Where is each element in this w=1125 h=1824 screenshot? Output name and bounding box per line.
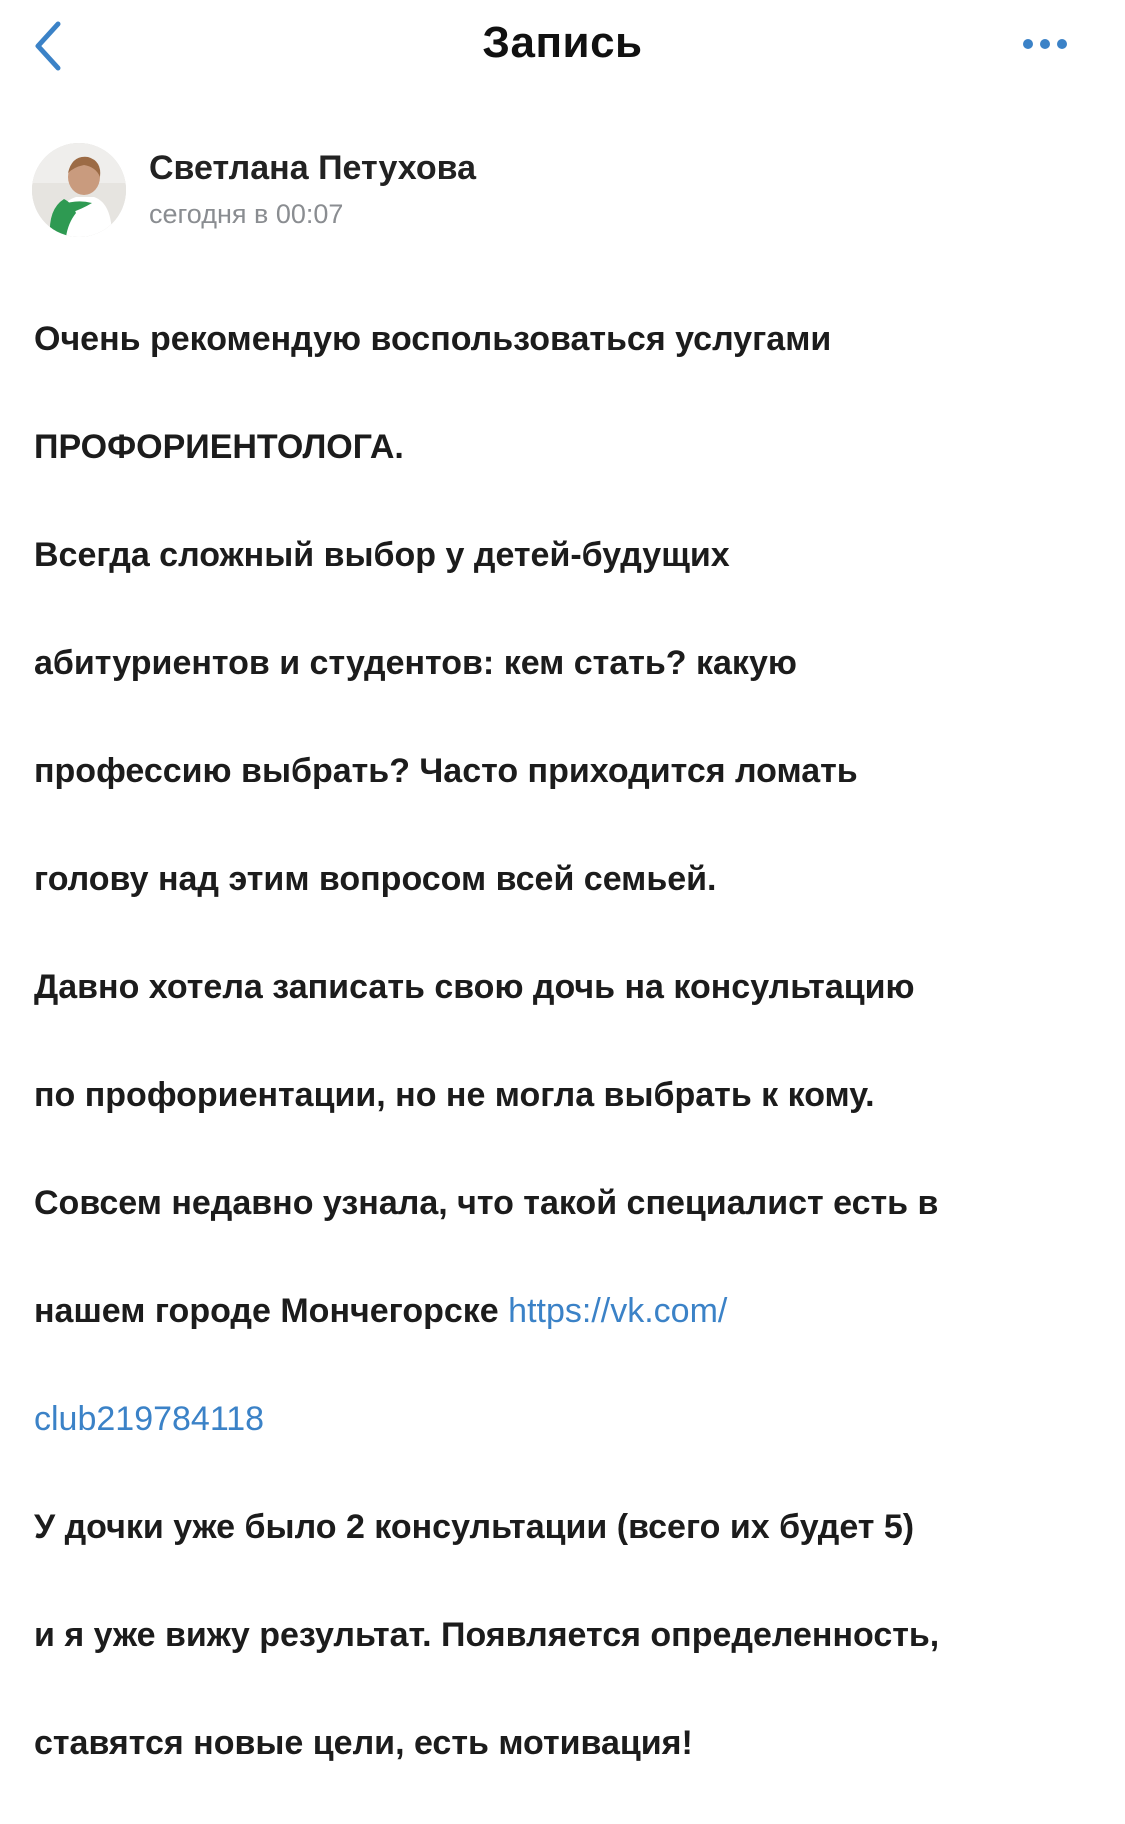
post-text-line: по профориентации, но не могла выбрать к… (34, 1076, 875, 1114)
more-options-button[interactable] (1016, 30, 1076, 58)
post-text-line: ставятся новые цели, есть мотивация! (34, 1724, 693, 1762)
post-timestamp: сегодня в 00:07 (149, 199, 344, 229)
post-text-line: Совсем недавно узнала, что такой специал… (34, 1184, 939, 1222)
club-link-part2[interactable]: club219784118 (34, 1400, 264, 1438)
author-name[interactable]: Светлана Петухова (149, 149, 476, 188)
post-text-line: и я уже вижу результат. Появляется опред… (34, 1616, 940, 1654)
post-text-line: профессию выбрать? Часто приходится лома… (34, 752, 858, 790)
post-text-line: У дочки уже было 2 консультации (всего и… (34, 1508, 915, 1546)
post-text-line: абитуриентов и студентов: кем стать? как… (34, 644, 797, 682)
post-text-line: Очень рекомендую воспользоваться услугам… (34, 320, 832, 358)
post-text-line: Давно хотела записать свою дочь на консу… (34, 968, 915, 1006)
avatar[interactable] (32, 143, 126, 237)
post-author-block: Светлана Петухова сегодня в 00:07 (32, 143, 932, 243)
post-text-line: голову над этим вопросом всей семьей. (34, 860, 717, 898)
post-text-line: ПРОФОРИЕНТОЛОГА. (34, 428, 404, 466)
page-title: Запись (482, 18, 643, 67)
more-horizontal-icon (1023, 39, 1067, 49)
navigation-bar: Запись (0, 0, 1125, 100)
club-link-part1[interactable]: https://vk.com/ (508, 1292, 727, 1330)
post-text-line-with-link: нашем городе Мончегорске https://vk.com/ (34, 1284, 1104, 1338)
post-text-fragment: нашем городе Мончегорске (34, 1292, 509, 1330)
post-link-line: club219784118 (34, 1392, 1104, 1446)
avatar-image (32, 143, 126, 237)
post-body: Очень рекомендую воспользоваться услугам… (34, 258, 1104, 1824)
post-text-line: Всегда сложный выбор у детей-будущих (34, 536, 730, 574)
